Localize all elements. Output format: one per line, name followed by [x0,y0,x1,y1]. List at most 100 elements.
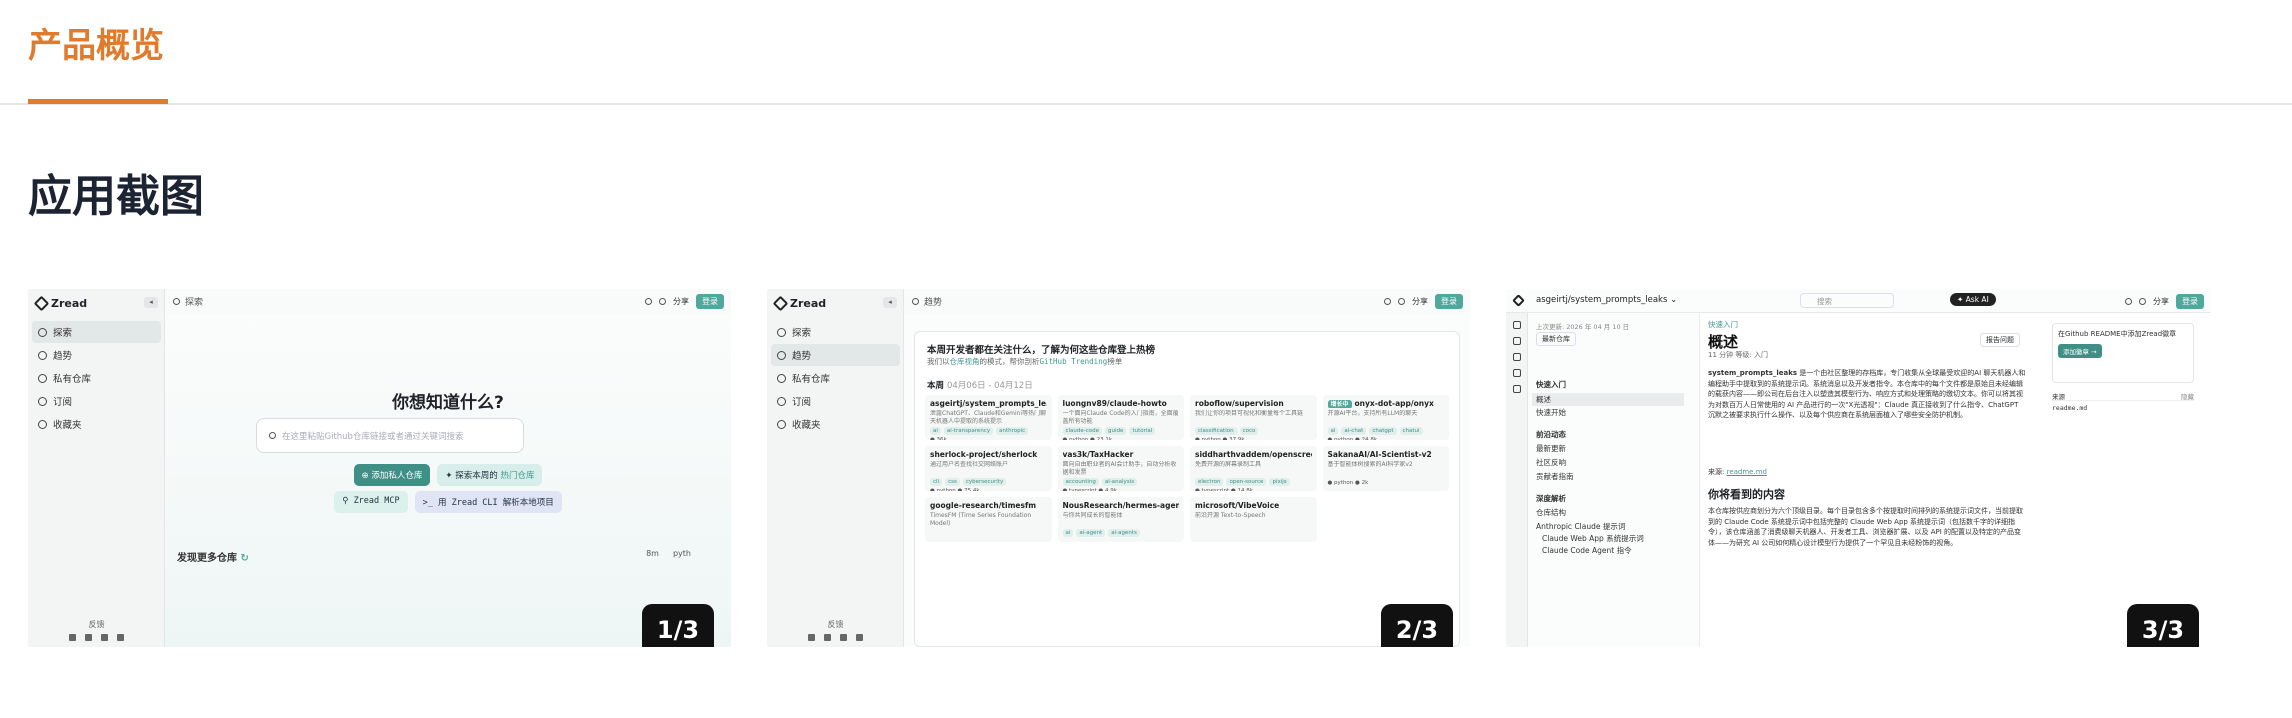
repo-selector[interactable]: asgeirtj/system_prompts_leaks ⌄ [1536,295,1677,305]
repo-tag[interactable]: cli [930,478,943,486]
repo-tag[interactable]: open-source [1226,478,1267,486]
repo-tag[interactable]: ai [1062,529,1074,537]
share-button[interactable]: 分享 [1412,296,1428,307]
repo-tag[interactable]: ai-agent [1076,529,1106,537]
toc-item[interactable]: 深度解析 [1536,493,1566,504]
share-button[interactable]: 分享 [673,296,689,307]
repo-card[interactable]: asgeirtj/system_prompts_le... 泄露ChatGPT、… [925,395,1052,440]
filter-label[interactable]: pyth [673,549,691,558]
repo-card[interactable]: sherlock-project/sherlock 通过用户名查找社交网络账户 … [925,446,1052,491]
repo-tag[interactable]: ai [1327,427,1339,435]
toc-item[interactable]: 仓库结构 [1536,507,1566,518]
zread-logo-icon[interactable] [1512,294,1525,307]
sidebar-item-private[interactable]: 私有仓库 [32,367,161,389]
file-item[interactable]: readme.md [2052,404,2194,414]
toc-item[interactable]: Claude Web App 系统提示词 [1542,533,1644,544]
repo-tag[interactable]: cybersecurity [962,478,1007,486]
sidebar-collapse-icon[interactable]: ◂ [883,297,897,308]
sidebar-item-subscribe[interactable]: 订阅 [32,390,161,412]
toc-item[interactable]: 贡献者指南 [1536,471,1574,482]
toc-item[interactable]: 快速入门 [1536,379,1566,390]
discord-icon[interactable] [85,634,92,641]
repo-tag[interactable]: ai-transparency [943,427,994,435]
x-icon[interactable] [808,634,815,641]
refresh-icon[interactable]: ↻ [240,553,248,564]
subscribe-icon[interactable] [1512,369,1521,377]
login-button[interactable]: 登录 [2176,294,2204,309]
login-button[interactable]: 登录 [696,294,724,309]
latest-repo-button[interactable]: 最新仓库 [1536,332,1576,346]
repo-tag[interactable]: pixijs [1269,478,1290,486]
sidebar-item-private[interactable]: 私有仓库 [771,367,900,389]
sidebar-collapse-icon[interactable]: ◂ [144,297,158,308]
repo-card[interactable]: roboflow/supervision 我们让你的项目可视化和衡量每个工具链 … [1190,395,1317,440]
zread-mcp-button[interactable]: ⚲ Zread MCP [334,491,408,513]
trending-icon[interactable] [1512,337,1521,345]
repo-tag[interactable]: css [945,478,960,486]
toc-item[interactable]: 社区反响 [1536,457,1566,468]
report-issue-button[interactable]: 报告问题 [1980,333,2020,347]
repo-tag[interactable]: ai-chat [1341,427,1367,435]
repo-tag[interactable]: accounting [1062,478,1099,486]
sidebar-item-favorites[interactable]: 收藏夹 [32,413,161,435]
filter-label[interactable]: 8m [646,549,659,558]
add-private-repo-button[interactable]: ⊕ 添加私人仓库 [353,464,431,486]
repo-card[interactable]: SakanaAI/AI-Scientist-v2 基于智能体树搜索的AI科学家v… [1322,446,1449,491]
language-icon[interactable] [659,298,666,305]
feedback-link[interactable]: 反馈 [89,620,105,629]
theme-icon[interactable] [2125,298,2132,305]
toc-item[interactable]: 快速开始 [1536,407,1566,418]
add-badge-button[interactable]: 添加徽章 → [2058,344,2102,358]
share-button[interactable]: 分享 [2153,296,2169,307]
toc-item[interactable]: Claude Code Agent 指令 [1542,545,1632,556]
sidebar-item-trending[interactable]: 趋势 [32,344,161,366]
search-input[interactable]: 搜索 [1800,293,1894,308]
repo-card[interactable]: vas3k/TaxHacker 面向自由职业者的AI会计助手，自动分析收据和发票… [1057,446,1184,491]
doc-breadcrumb[interactable]: 快速入门 [1708,319,1738,330]
sidebar-item-trending[interactable]: 趋势 [771,344,900,366]
toc-item[interactable]: 最新更新 [1536,443,1566,454]
repo-tag[interactable]: anthropic [996,427,1029,435]
language-icon[interactable] [1398,298,1405,305]
repo-card[interactable]: siddharthvaddem/openscreen 免费开源的屏幕录制工具 e… [1190,446,1317,491]
repo-card[interactable]: microsoft/VibeVoice 前沿开源 Text-to-Speech [1190,497,1317,542]
search-input[interactable]: 在这里粘贴Github仓库链接或者通过关键词搜索 [256,418,524,453]
toc-item[interactable]: 概述 [1532,393,1684,406]
wechat-icon[interactable] [840,634,847,641]
wechat-icon[interactable] [101,634,108,641]
zread-logo[interactable]: Zread [33,295,87,312]
repo-card[interactable]: NousResearch/hermes-agent 与你共同成长的智能体 ai a… [1057,497,1184,542]
github-icon[interactable] [117,634,124,641]
ask-ai-button[interactable]: ✦ Ask AI [1950,293,1996,306]
sidebar-item-explore[interactable]: 探索 [771,321,900,343]
theme-icon[interactable] [645,298,652,305]
repo-tag[interactable]: ai-agents [1108,529,1140,537]
repo-tag[interactable]: guide [1105,427,1127,435]
toc-item[interactable]: Anthropic Claude 提示词 [1536,521,1625,532]
repo-card[interactable]: 增长中 onyx-dot-app/onyx 开源AI平台，支持所有LLM的聊天 a… [1322,395,1449,440]
feedback-link[interactable]: 反馈 [828,620,844,629]
compass-icon[interactable] [1512,321,1521,329]
discord-icon[interactable] [824,634,831,641]
repo-tag[interactable]: coco [1239,427,1259,435]
repo-icon[interactable] [1512,353,1521,361]
sidebar-item-subscribe[interactable]: 订阅 [771,390,900,412]
repo-tag[interactable]: ai [930,427,941,435]
repo-tag[interactable]: chatui [1399,427,1423,435]
repo-tag[interactable]: tutorial [1129,427,1156,435]
zread-cli-button[interactable]: >_ 用 Zread CLI 解析本地项目 [414,491,562,513]
stack-icon[interactable] [1512,385,1521,393]
github-icon[interactable] [856,634,863,641]
source-toggle[interactable]: 隐藏 [2181,391,2194,400]
repo-tag[interactable]: ai-analysis [1101,478,1138,486]
screenshot-1[interactable]: Zread ◂ 探索 趋势 私有仓库 订阅 收藏夹 反馈 探索 分享 登录 你想… [28,289,731,647]
language-icon[interactable] [2139,298,2146,305]
repo-tag[interactable]: electron [1195,478,1224,486]
repo-tag[interactable]: chatgpt [1369,427,1397,435]
theme-icon[interactable] [1384,298,1391,305]
sidebar-item-explore[interactable]: 探索 [32,321,161,343]
source-link[interactable]: readme.md [1727,468,1767,476]
repo-tag[interactable]: classification [1195,427,1237,435]
sidebar-item-favorites[interactable]: 收藏夹 [771,413,900,435]
repo-tag[interactable]: claude-code [1062,427,1103,435]
